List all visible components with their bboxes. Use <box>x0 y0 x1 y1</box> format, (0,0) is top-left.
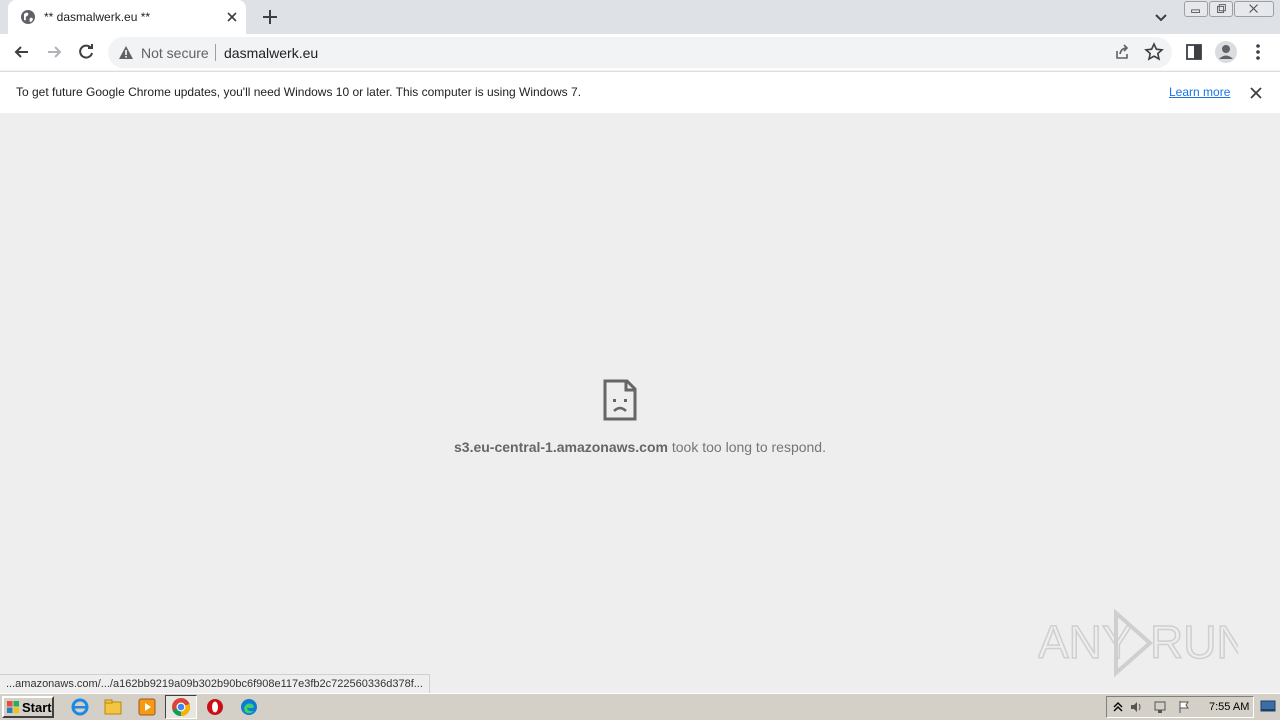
file-explorer-icon[interactable] <box>103 697 123 717</box>
reload-icon[interactable] <box>76 42 96 62</box>
clock[interactable]: 7:55 AM <box>1209 701 1249 713</box>
globe-icon <box>21 10 35 24</box>
opera-icon[interactable] <box>205 697 225 717</box>
watermark-text-left: ANY <box>1038 616 1133 668</box>
volume-icon[interactable] <box>1129 700 1143 714</box>
close-icon[interactable] <box>1248 85 1264 101</box>
error-message: s3.eu-central-1.amazonaws.com took too l… <box>0 439 1280 455</box>
new-tab-icon[interactable] <box>260 7 280 27</box>
chrome-icon <box>172 698 191 716</box>
forward-arrow-icon[interactable] <box>44 42 64 62</box>
start-button[interactable]: Start <box>2 696 54 718</box>
browser-toolbar: Not secure dasmalwerk.eu <box>0 34 1280 71</box>
watermark-text-right: RUN <box>1150 616 1238 668</box>
network-icon[interactable] <box>1153 700 1167 714</box>
back-arrow-icon[interactable] <box>12 42 32 62</box>
tab-strip: ** dasmalwerk.eu ** <box>0 0 1280 34</box>
start-label: Start <box>22 700 52 715</box>
sad-page-icon <box>603 379 637 421</box>
restore-button[interactable] <box>1209 1 1233 17</box>
media-player-icon[interactable] <box>137 697 157 717</box>
error-host: s3.eu-central-1.amazonaws.com <box>454 439 668 455</box>
menu-dots-icon[interactable] <box>1248 42 1268 62</box>
taskbar: Start 7:55 AM <box>0 693 1280 720</box>
minimize-icon <box>1191 9 1200 13</box>
anyrun-watermark-logo: ANY RUN <box>1038 608 1238 678</box>
action-center-flag-icon[interactable] <box>1177 700 1191 714</box>
profile-avatar-icon[interactable] <box>1214 40 1238 64</box>
system-tray: 7:55 AM <box>1106 696 1254 718</box>
security-label[interactable]: Not secure <box>141 45 209 61</box>
update-infobar: To get future Google Chrome updates, you… <box>0 71 1280 113</box>
edge-icon[interactable] <box>239 697 259 717</box>
chrome-taskbar-button[interactable] <box>165 695 197 719</box>
infobar-message: To get future Google Chrome updates, you… <box>16 85 582 99</box>
close-tab-icon[interactable] <box>224 9 240 25</box>
error-page: s3.eu-central-1.amazonaws.com took too l… <box>0 113 1280 693</box>
minimize-button[interactable] <box>1184 1 1208 17</box>
share-icon[interactable] <box>1112 42 1132 62</box>
separator <box>215 44 216 61</box>
tab-title: ** dasmalwerk.eu ** <box>44 10 151 24</box>
bookmark-star-icon[interactable] <box>1144 42 1164 62</box>
chevron-down-icon[interactable] <box>1152 8 1170 26</box>
internet-explorer-icon[interactable] <box>70 697 90 717</box>
error-text: took too long to respond. <box>667 439 826 455</box>
show-hidden-icons-icon[interactable] <box>1111 700 1125 714</box>
browser-tab[interactable]: ** dasmalwerk.eu ** <box>8 0 246 34</box>
restore-icon <box>1217 4 1226 13</box>
url-text[interactable]: dasmalwerk.eu <box>224 45 318 61</box>
close-window-button[interactable] <box>1234 1 1274 17</box>
warning-icon[interactable] <box>118 45 134 60</box>
learn-more-link[interactable]: Learn more <box>1169 85 1230 99</box>
status-bubble: ...amazonaws.com/.../a162bb9219a09b302b9… <box>0 674 430 693</box>
side-panel-icon[interactable] <box>1184 42 1204 62</box>
close-icon <box>1249 4 1258 13</box>
show-desktop-icon[interactable] <box>1260 698 1276 714</box>
address-bar[interactable]: Not secure dasmalwerk.eu <box>108 37 1172 68</box>
windows-flag-icon <box>7 701 19 713</box>
